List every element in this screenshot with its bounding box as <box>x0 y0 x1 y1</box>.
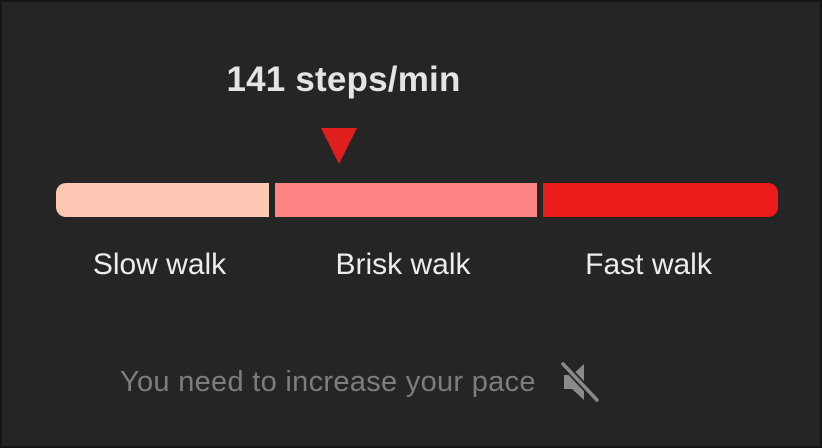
zone-label-fast-walk: Fast walk <box>585 248 712 281</box>
pace-hint-text: You need to increase your pace <box>120 365 536 398</box>
pace-hint-row: You need to increase your pace <box>120 360 602 404</box>
pace-indicator-panel: 141 steps/min Slow walk Brisk walk Fast … <box>2 2 820 446</box>
zone-brisk-walk <box>275 183 537 217</box>
zone-fast-walk <box>543 183 778 217</box>
pace-pointer <box>321 128 358 164</box>
zone-label-brisk-walk: Brisk walk <box>335 248 471 281</box>
zone-slow-walk <box>56 183 269 217</box>
zone-label-slow-walk: Slow walk <box>92 248 227 281</box>
speaker-muted-icon[interactable] <box>558 360 602 404</box>
cadence-readout: 141 steps/min <box>226 60 461 99</box>
pace-scale-bar <box>56 183 778 217</box>
